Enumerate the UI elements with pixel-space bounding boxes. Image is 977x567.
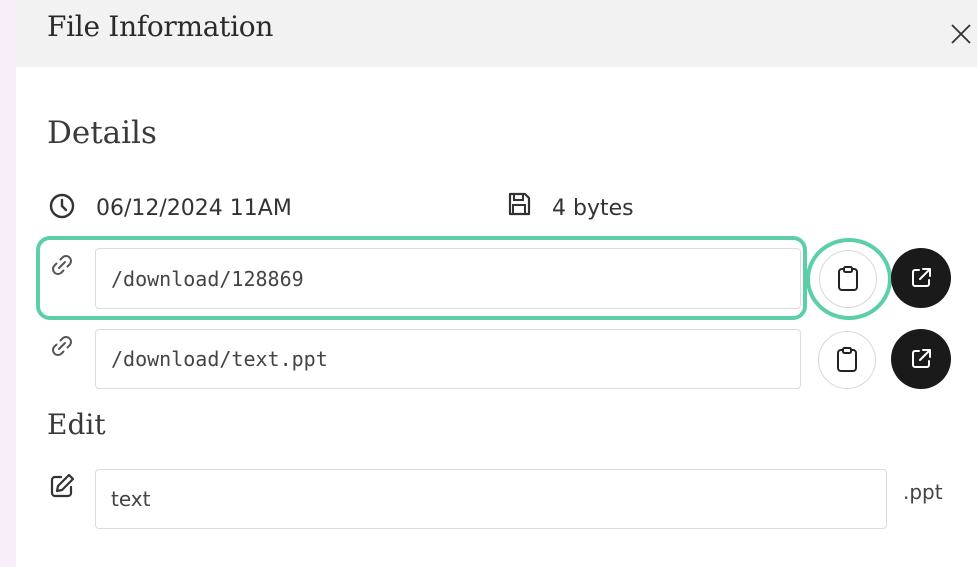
edit-icon (50, 473, 75, 498)
link-icon (52, 336, 72, 356)
open-link-button[interactable] (891, 248, 951, 308)
clock-icon (49, 193, 75, 219)
left-strip (0, 0, 16, 567)
dialog-header: File Information (16, 0, 977, 67)
highlight-copy-button (806, 238, 892, 320)
file-date: 06/12/2024 11AM (96, 196, 292, 221)
open-filename-link-button[interactable] (891, 329, 951, 389)
close-icon (951, 24, 971, 44)
filename-input[interactable]: text (95, 469, 887, 529)
filename-link-value: /download/text.ppt (111, 347, 328, 371)
file-size: 4 bytes (552, 196, 634, 221)
details-heading: Details (47, 115, 157, 151)
edit-heading: Edit (47, 408, 106, 441)
filename-input-value: text (111, 487, 151, 511)
copy-filename-link-button[interactable] (818, 331, 876, 389)
close-button[interactable] (948, 16, 977, 45)
save-icon (508, 192, 531, 216)
external-link-icon (912, 349, 931, 368)
highlight-link-row (36, 236, 807, 320)
file-extension-label: .ppt (903, 480, 943, 504)
dialog-title: File Information (47, 10, 274, 43)
clipboard-icon (837, 347, 857, 372)
filename-link-field[interactable]: /download/text.ppt (95, 329, 801, 389)
external-link-icon (912, 268, 931, 287)
